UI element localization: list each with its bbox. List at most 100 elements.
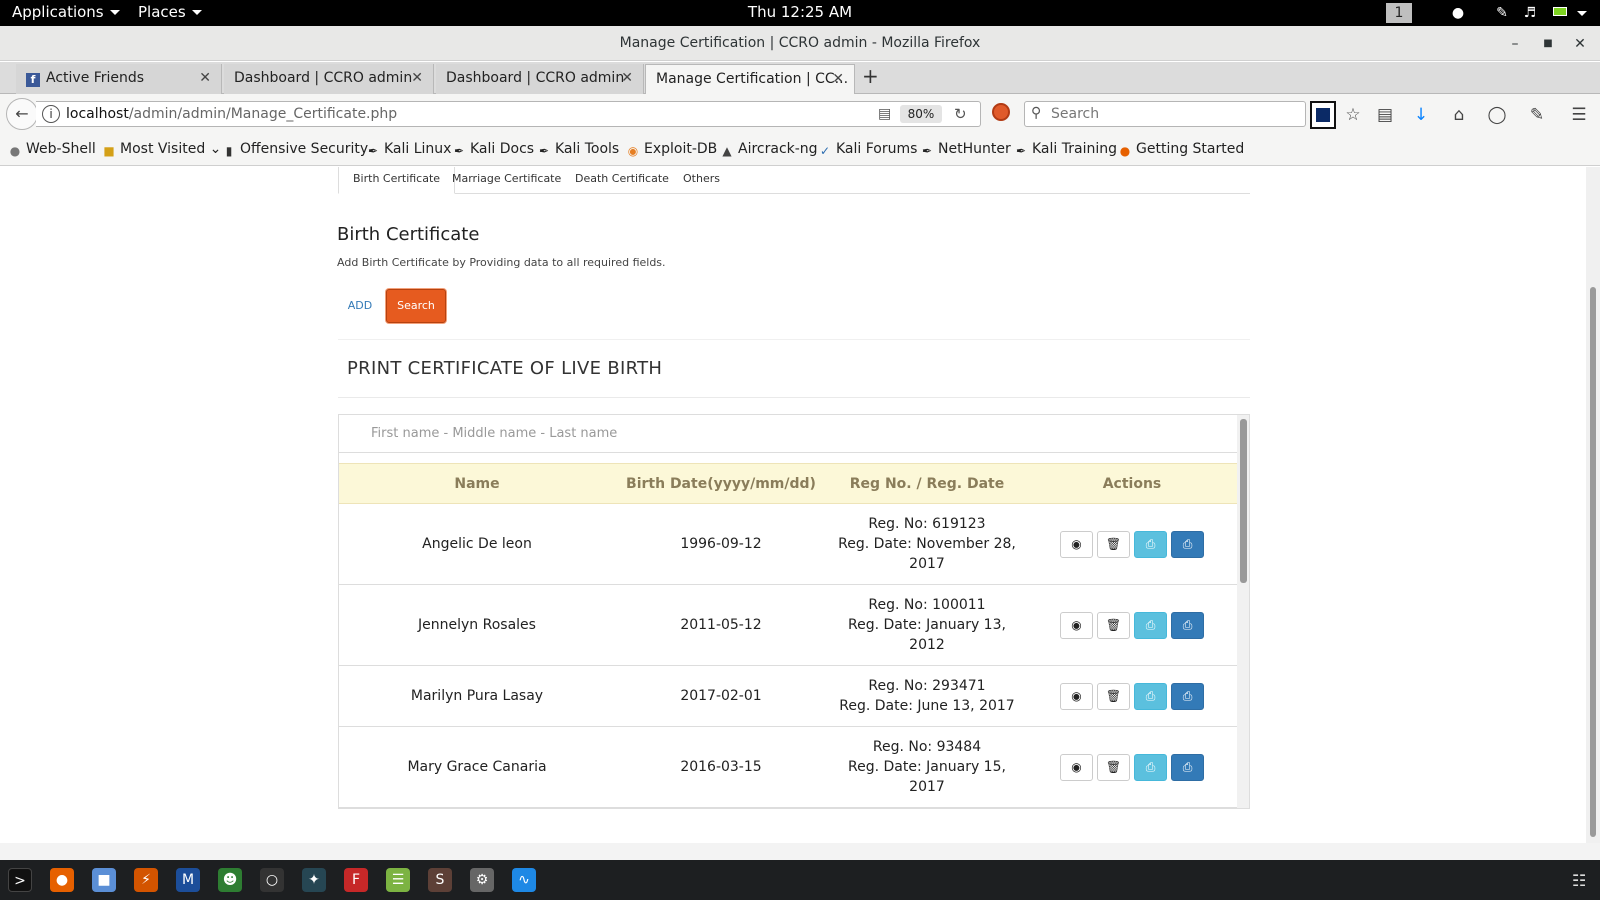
- system-monitor-icon[interactable]: ∿: [512, 868, 536, 892]
- url-bar[interactable]: i localhost/admin/admin/Manage_Certifica…: [36, 101, 981, 127]
- bookmark-aircrack-ng[interactable]: ▲ Aircrack-ng: [720, 141, 817, 158]
- tab-others[interactable]: Others: [669, 167, 734, 194]
- info-icon[interactable]: i: [42, 105, 60, 123]
- clock[interactable]: Thu 12:25 AM: [0, 3, 1600, 21]
- print-certificate-button[interactable]: ⎙: [1171, 753, 1204, 781]
- minimize-icon[interactable]: –: [1505, 34, 1525, 54]
- tab-manage-certification[interactable]: Manage Certification | CC... ✕: [645, 64, 855, 95]
- bookmark-star-icon[interactable]: ☆: [1342, 104, 1364, 126]
- tab-dashboard-1[interactable]: Dashboard | CCRO admin ✕: [224, 64, 434, 94]
- table-row: Mary Grace Canaria 2016-03-15 Reg. No: 9…: [339, 726, 1237, 808]
- reader-view-icon[interactable]: ▤: [878, 106, 891, 122]
- settings-gear-icon[interactable]: ⚙: [470, 868, 494, 892]
- tab-death-certificate[interactable]: Death Certificate: [561, 167, 683, 194]
- maltego-icon[interactable]: ○: [260, 868, 284, 892]
- battery-icon[interactable]: [1550, 5, 1570, 21]
- search-input[interactable]: [1051, 105, 1301, 123]
- view-button[interactable]: ◉: [1060, 753, 1093, 781]
- url-text[interactable]: localhost/admin/admin/Manage_Certificate…: [66, 106, 397, 122]
- volume-icon[interactable]: ♬: [1522, 5, 1538, 21]
- download-icon[interactable]: ↓: [1410, 104, 1432, 126]
- power-menu-chevron-icon[interactable]: [1574, 5, 1590, 21]
- tab-dashboard-2[interactable]: Dashboard | CCRO admin ✕: [436, 64, 644, 94]
- tab-marriage-certificate[interactable]: Marriage Certificate: [438, 167, 575, 194]
- delete-button[interactable]: 🗑: [1097, 611, 1130, 639]
- firefox-icon[interactable]: ●: [50, 868, 74, 892]
- search-button[interactable]: Search: [386, 289, 446, 323]
- view-button[interactable]: ◉: [1060, 530, 1093, 558]
- burpsuite-icon[interactable]: ⚡: [134, 868, 158, 892]
- print-certificate-button[interactable]: ⎙: [1171, 611, 1204, 639]
- metasploit-icon[interactable]: M: [176, 868, 200, 892]
- library-icon[interactable]: ▤: [1374, 104, 1396, 126]
- bookmark-kali-docs[interactable]: ✒ Kali Docs: [452, 141, 534, 158]
- close-tab-icon[interactable]: ✕: [832, 71, 844, 87]
- eye-icon: ◉: [1071, 617, 1082, 632]
- print-icon: ⎙: [1182, 617, 1193, 632]
- add-button[interactable]: ADD: [340, 290, 380, 322]
- zoom-level[interactable]: 80%: [900, 105, 942, 123]
- print-button[interactable]: ⎙: [1134, 530, 1167, 558]
- back-button[interactable]: ←: [6, 98, 38, 130]
- scrollbar-thumb[interactable]: [1590, 287, 1596, 837]
- terminal-icon[interactable]: >: [8, 868, 32, 892]
- print-button[interactable]: ⎙: [1134, 753, 1167, 781]
- extension-icon[interactable]: [1310, 101, 1336, 129]
- tab-active-friends[interactable]: f Active Friends ✕: [16, 64, 222, 94]
- new-tab-icon[interactable]: +: [862, 64, 879, 88]
- print-button[interactable]: ⎙: [1134, 611, 1167, 639]
- dock: > ● ■ ⚡ M ☻ ○ ✦ F ☰ S ⚙ ∿: [0, 860, 1600, 900]
- bookmark-getting-started[interactable]: ● Getting Started: [1118, 141, 1245, 158]
- show-applications-icon[interactable]: ☷: [1572, 872, 1590, 890]
- scrollbar-thumb[interactable]: [1240, 419, 1247, 583]
- bookmark-label: Exploit-DB: [644, 141, 718, 157]
- hamburger-menu-icon[interactable]: ☰: [1568, 104, 1590, 126]
- view-button[interactable]: ◉: [1060, 682, 1093, 710]
- status-strip: [0, 843, 1600, 860]
- certificates-table-container: Name Birth Date(yyyy/mm/dd) Reg No. / Re…: [338, 414, 1250, 809]
- cell-actions: ◉ 🗑 ⎙ ⎙: [1027, 503, 1237, 585]
- bookmark-web-shell[interactable]: ● Web-Shell: [8, 141, 96, 158]
- armitage-icon[interactable]: ☻: [218, 868, 242, 892]
- close-tab-icon[interactable]: ✕: [411, 70, 423, 86]
- bookmark-kali-training[interactable]: ✒ Kali Training: [1014, 141, 1117, 158]
- bookmark-offensive-security[interactable]: ▮ Offensive Security: [222, 141, 369, 158]
- pocket-icon[interactable]: ◯: [1486, 104, 1508, 126]
- people-icon[interactable]: ●: [1450, 5, 1466, 21]
- print-certificate-button[interactable]: ⎙: [1171, 682, 1204, 710]
- leafpad-icon[interactable]: ☰: [386, 868, 410, 892]
- page-description: Add Birth Certificate by Providing data …: [337, 256, 666, 269]
- print-button[interactable]: ⎙: [1134, 682, 1167, 710]
- noscript-icon[interactable]: [992, 103, 1010, 121]
- close-tab-icon[interactable]: ✕: [199, 70, 211, 86]
- workspace-indicator[interactable]: 1: [1386, 3, 1412, 23]
- tool-icon[interactable]: ✎: [1494, 5, 1510, 21]
- faraday-icon[interactable]: F: [344, 868, 368, 892]
- bookmark-nethunter[interactable]: ✒ NetHunter: [920, 141, 1011, 158]
- bookmark-kali-forums[interactable]: ✓ Kali Forums: [818, 141, 917, 158]
- reg-date: Reg. Date: January 15, 2017: [848, 759, 1006, 795]
- files-icon[interactable]: ■: [92, 868, 116, 892]
- beef-icon[interactable]: ✦: [302, 868, 326, 892]
- close-tab-icon[interactable]: ✕: [621, 70, 633, 86]
- delete-button[interactable]: 🗑: [1097, 682, 1130, 710]
- bookmark-kali-linux[interactable]: ✒ Kali Linux: [366, 141, 452, 158]
- delete-button[interactable]: 🗑: [1097, 753, 1130, 781]
- bookmark-kali-tools[interactable]: ✒ Kali Tools: [537, 141, 619, 158]
- cherrytree-icon[interactable]: S: [428, 868, 452, 892]
- view-button[interactable]: ◉: [1060, 611, 1093, 639]
- bookmark-most-visited[interactable]: ■ Most Visited ⌄: [102, 141, 221, 158]
- page-scrollbar[interactable]: [1586, 167, 1600, 843]
- table-scrollbar[interactable]: [1237, 415, 1249, 808]
- print-certificate-button[interactable]: ⎙: [1171, 530, 1204, 558]
- close-icon[interactable]: ✕: [1570, 34, 1590, 54]
- reload-icon[interactable]: ↻: [954, 105, 967, 123]
- search-bar[interactable]: ⚲: [1024, 101, 1306, 127]
- name-filter-input[interactable]: [339, 415, 1237, 453]
- bookmark-exploit-db[interactable]: ◉ Exploit-DB: [626, 141, 718, 158]
- eye-icon: ◉: [1071, 688, 1082, 703]
- home-icon[interactable]: ⌂: [1448, 104, 1470, 126]
- tools-icon[interactable]: ✎: [1526, 104, 1548, 126]
- maximize-icon[interactable]: ■: [1538, 34, 1558, 54]
- delete-button[interactable]: 🗑: [1097, 530, 1130, 558]
